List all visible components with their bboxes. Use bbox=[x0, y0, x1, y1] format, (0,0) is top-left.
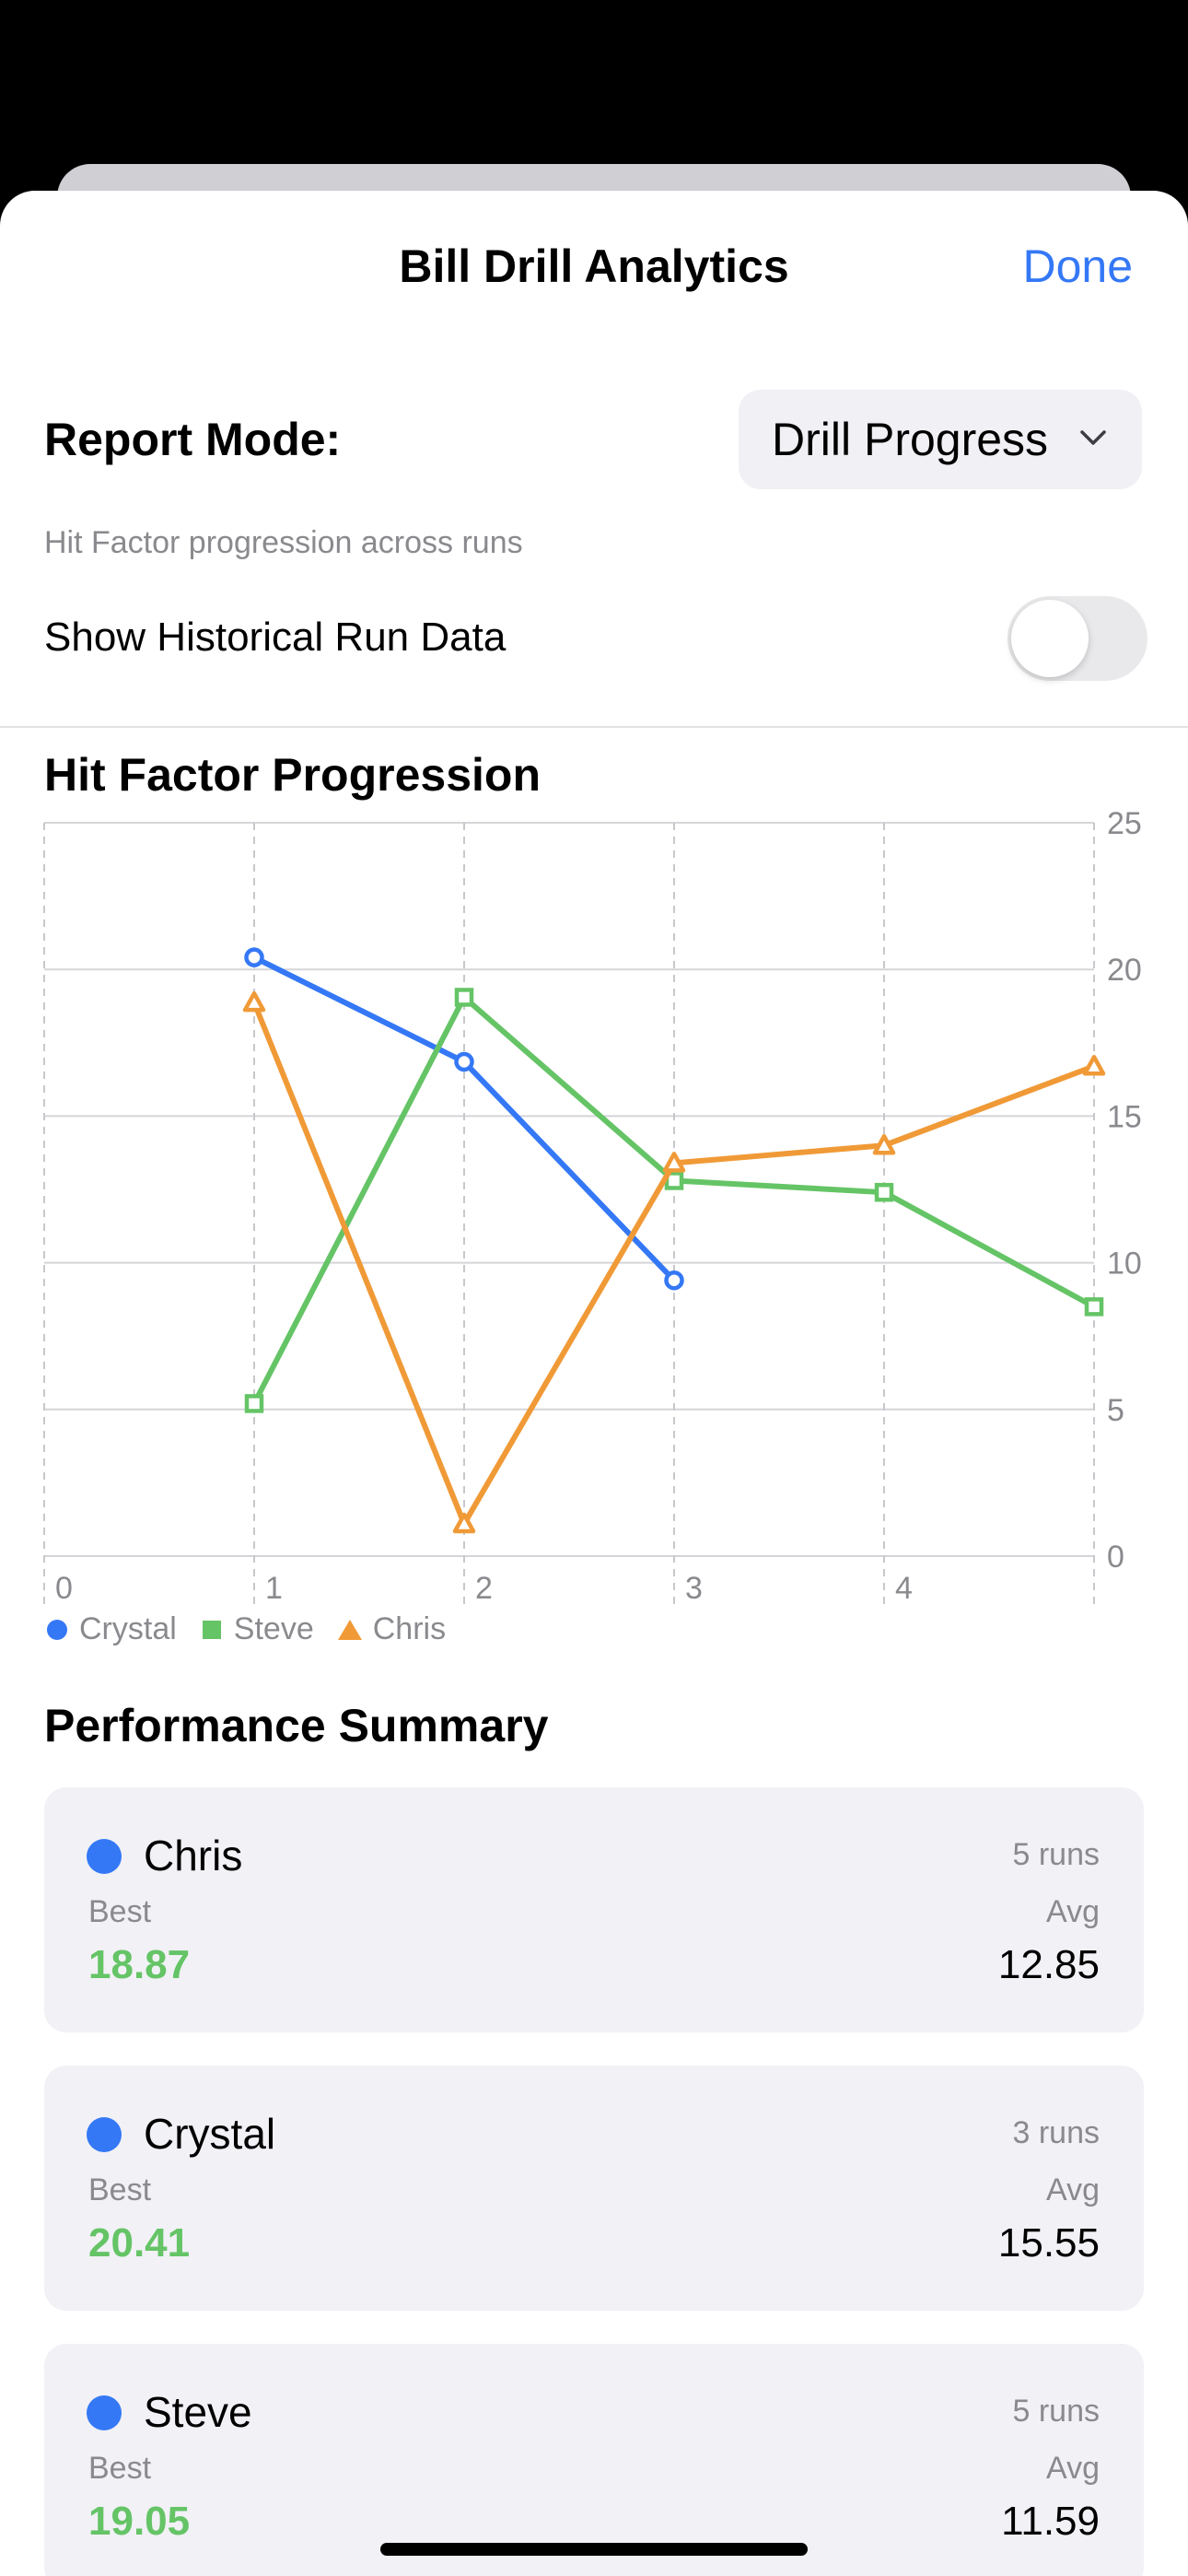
shooter-color-dot bbox=[87, 2395, 122, 2430]
report-mode-description: Hit Factor progression across runs bbox=[44, 525, 523, 560]
performance-summary-title: Performance Summary bbox=[44, 1700, 549, 1751]
shooter-name: Steve bbox=[144, 2388, 252, 2436]
shooter-card-crystal[interactable]: Crystal 3 runs Best Avg 20.41 15.55 bbox=[44, 2066, 1144, 2311]
shooter-name: Chris bbox=[144, 1832, 243, 1879]
x-tick-label: 3 bbox=[685, 1571, 703, 1606]
best-label: Best bbox=[88, 2172, 152, 2207]
report-mode-value: Drill Progress bbox=[772, 414, 1049, 465]
shooter-name: Crystal bbox=[144, 2110, 276, 2158]
avg-value: 12.85 bbox=[997, 1942, 1100, 1987]
hit-factor-chart: 0 5 10 15 20 25 0 1 2 3 4 bbox=[43, 806, 1142, 1608]
section-divider bbox=[0, 726, 1188, 728]
report-mode-label: Report Mode: bbox=[44, 414, 342, 465]
shooter-card-chris[interactable]: Chris 5 runs Best Avg 18.87 12.85 bbox=[44, 1787, 1144, 2032]
toggle-knob bbox=[1011, 600, 1089, 677]
y-tick-label: 5 bbox=[1107, 1393, 1124, 1428]
x-tick-label: 2 bbox=[475, 1571, 493, 1606]
x-tick-label: 1 bbox=[265, 1571, 283, 1606]
x-tick-label: 4 bbox=[895, 1571, 913, 1606]
legend-label: Crystal bbox=[79, 1611, 177, 1646]
chris-point bbox=[872, 1133, 896, 1155]
avg-label: Avg bbox=[1046, 1894, 1100, 1929]
shooter-color-dot bbox=[87, 1839, 122, 1874]
chart-legend: Crystal Steve Chris bbox=[44, 1611, 468, 1647]
steve-point bbox=[454, 988, 474, 1007]
best-value: 18.87 bbox=[88, 1942, 191, 1987]
shooter-color-dot bbox=[87, 2117, 122, 2152]
avg-value: 15.55 bbox=[997, 2220, 1100, 2266]
report-mode-select[interactable]: Drill Progress bbox=[739, 390, 1142, 489]
square-marker-icon bbox=[202, 1620, 221, 1639]
sheet-title: Bill Drill Analytics bbox=[399, 240, 789, 292]
triangle-marker-icon bbox=[337, 1619, 362, 1640]
y-tick-label: 25 bbox=[1107, 806, 1142, 841]
best-label: Best bbox=[88, 1894, 152, 1929]
avg-value: 11.59 bbox=[1001, 2499, 1100, 2544]
best-label: Best bbox=[88, 2451, 152, 2486]
run-count: 3 runs bbox=[1012, 2115, 1101, 2150]
legend-item-chris: Chris bbox=[336, 1611, 446, 1647]
avg-label: Avg bbox=[1046, 2172, 1100, 2207]
steve-point bbox=[874, 1182, 894, 1202]
chris-point bbox=[662, 1152, 686, 1173]
legend-label: Steve bbox=[233, 1611, 314, 1646]
steve-point bbox=[244, 1394, 264, 1413]
y-tick-label: 15 bbox=[1107, 1099, 1142, 1134]
chris-point bbox=[1082, 1055, 1106, 1076]
circle-marker-icon bbox=[47, 1619, 67, 1640]
shooter-card-steve[interactable]: Steve 5 runs Best Avg 19.05 11.59 bbox=[44, 2344, 1144, 2576]
legend-item-steve: Steve bbox=[199, 1611, 314, 1647]
legend-label: Chris bbox=[372, 1611, 447, 1646]
chris-point bbox=[242, 990, 266, 1013]
y-tick-label: 0 bbox=[1107, 1540, 1124, 1575]
historical-data-toggle[interactable] bbox=[1007, 596, 1147, 681]
home-indicator bbox=[380, 2543, 808, 2556]
crystal-point bbox=[244, 947, 264, 967]
legend-item-crystal: Crystal bbox=[44, 1611, 177, 1647]
y-tick-label: 10 bbox=[1107, 1247, 1142, 1282]
run-count: 5 runs bbox=[1012, 1837, 1101, 1872]
x-tick-label: 0 bbox=[55, 1571, 73, 1606]
steve-point bbox=[1084, 1297, 1104, 1317]
crystal-point bbox=[454, 1051, 474, 1072]
best-value: 20.41 bbox=[88, 2220, 191, 2266]
done-button[interactable]: Done bbox=[1022, 239, 1133, 294]
chevron-down-icon bbox=[1080, 430, 1106, 445]
chart-title: Hit Factor Progression bbox=[44, 749, 541, 801]
avg-label: Avg bbox=[1046, 2451, 1100, 2486]
best-value: 19.05 bbox=[88, 2499, 191, 2544]
y-tick-label: 20 bbox=[1107, 953, 1142, 988]
historical-toggle-label: Show Historical Run Data bbox=[44, 615, 507, 660]
analytics-sheet: Bill Drill Analytics Done Report Mode: D… bbox=[0, 191, 1188, 2576]
crystal-point bbox=[664, 1270, 684, 1291]
run-count: 5 runs bbox=[1012, 2394, 1101, 2429]
